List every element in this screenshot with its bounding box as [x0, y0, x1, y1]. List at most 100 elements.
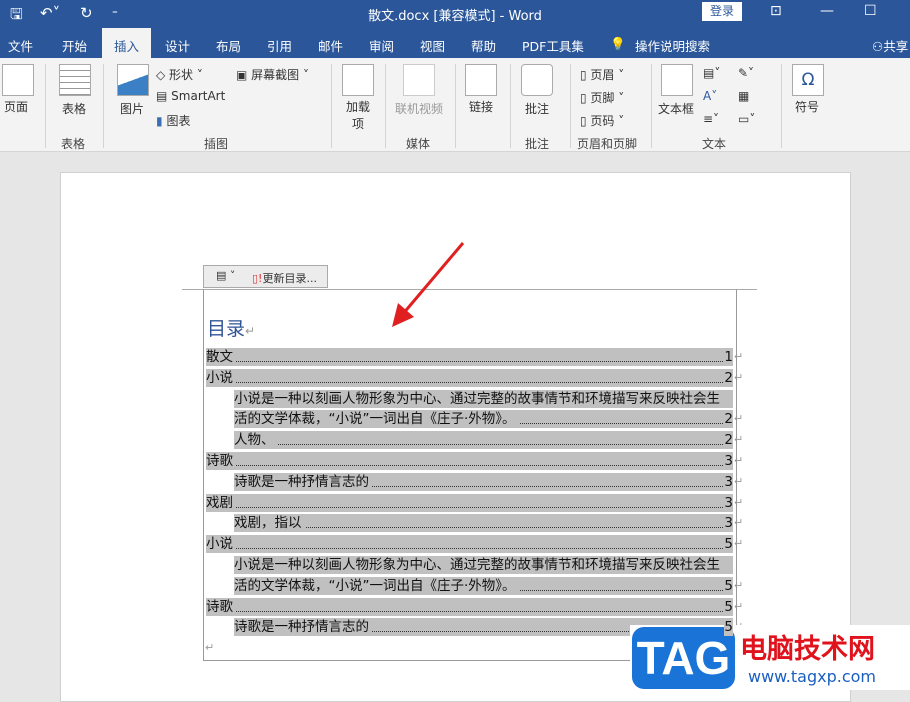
toc-entry[interactable]: 散文 1: [206, 348, 733, 366]
toc-entry[interactable]: 小说是一种以刻画人物形象为中心、通过完整的故事情节和环境描写来反映社会生: [234, 556, 733, 574]
toc-entry[interactable]: 小说 2: [206, 368, 733, 387]
tab-references[interactable]: 引用: [267, 36, 292, 55]
page-number-button[interactable]: ▯ 页码 ˅: [580, 112, 624, 129]
paragraph-mark: ↵: [734, 454, 744, 467]
textbox-label: 文本框: [658, 102, 695, 116]
toc-entry[interactable]: 人物、 2: [234, 431, 733, 450]
watermark: TAG 电脑技术网 www.tagxp.com: [630, 625, 910, 690]
tab-file[interactable]: 文件: [8, 36, 33, 55]
watermark-name: 电脑技术网: [740, 634, 875, 665]
margin-mark: [737, 289, 757, 290]
textbox-icon: [661, 64, 693, 96]
toc-entry-text: 小说是一种以刻画人物形象为中心、通过完整的故事情节和环境描写来反映社会生: [234, 557, 723, 573]
toc-entry[interactable]: 活的文学体裁，“小说”一词出自《庄子·外物》。 2: [234, 410, 733, 429]
login-button[interactable]: 登录: [702, 2, 742, 21]
shapes-button[interactable]: ◇ 形状 ˅: [156, 66, 203, 83]
chart-button[interactable]: ▮ 图表: [156, 112, 190, 129]
toc-entry-text: 活的文学体裁，“小说”一词出自《庄子·外物》。: [234, 411, 519, 428]
paragraph-mark: ↵: [734, 350, 744, 363]
header-label: 页眉: [590, 68, 615, 82]
paragraph-mark: ↵: [734, 495, 744, 509]
chart-icon: ▮: [156, 114, 163, 128]
tab-insert[interactable]: 插入: [102, 28, 152, 58]
table-label: 表格: [62, 102, 87, 116]
toc-page-number: 2: [724, 368, 733, 387]
dot-leader: [206, 548, 723, 550]
picture-icon: [117, 64, 149, 96]
signature-line-icon[interactable]: ✎˅: [738, 66, 754, 80]
toc-entry[interactable]: 诗歌 5: [206, 597, 733, 616]
toc-page-number: 3: [724, 472, 733, 491]
toc-entry[interactable]: 小说 5: [206, 535, 733, 554]
update-icon: ▯!: [252, 272, 263, 285]
paragraph-mark: ↵: [245, 324, 256, 338]
toc-entry-text: 小说: [206, 536, 236, 553]
addins-icon: [342, 64, 374, 96]
page-label: 页面: [4, 100, 29, 114]
tab-design[interactable]: 设计: [165, 36, 190, 55]
toc-entry[interactable]: 诗歌是一种抒情言志的 3: [234, 472, 733, 491]
date-time-icon[interactable]: ▦: [738, 89, 749, 103]
update-toc-button[interactable]: ▯!更新目录...: [252, 270, 317, 286]
toc-heading: 目录↵: [207, 314, 255, 341]
tab-home[interactable]: 开始: [62, 36, 87, 55]
tab-layout[interactable]: 布局: [216, 36, 241, 55]
maximize-icon[interactable]: ☐: [864, 3, 877, 19]
screenshot-label: 屏幕截图: [251, 68, 300, 82]
tab-pdf-tools[interactable]: PDF工具集: [522, 36, 584, 55]
tab-review[interactable]: 审阅: [369, 36, 394, 55]
screenshot-button[interactable]: ▣ 屏幕截图 ˅: [236, 66, 309, 83]
video-icon: [403, 64, 435, 96]
wordart-icon[interactable]: A˅: [703, 89, 717, 103]
paragraph-mark: ↵: [734, 578, 744, 592]
ribbon-display-icon[interactable]: ⊡: [770, 3, 782, 19]
toc-menu-icon[interactable]: ▤ ˅: [216, 269, 235, 282]
chart-label: 图表: [166, 114, 191, 128]
divider: [781, 64, 782, 148]
toc-entry[interactable]: 活的文学体裁，“小说”一词出自《庄子·外物》。 5: [234, 576, 733, 595]
tell-me-search[interactable]: 操作说明搜索: [635, 36, 710, 55]
link-label: 链接: [469, 100, 494, 114]
toc-entry[interactable]: 诗歌 3: [206, 452, 733, 470]
share-button[interactable]: ⚇共享: [872, 36, 908, 55]
toc-entry[interactable]: 小说是一种以刻画人物形象为中心、通过完整的故事情节和环境描写来反映社会生: [234, 389, 733, 408]
tab-help[interactable]: 帮助: [471, 36, 496, 55]
divider: [510, 64, 511, 148]
divider: [385, 64, 386, 148]
minimize-icon[interactable]: —: [820, 3, 834, 19]
divider: [45, 64, 46, 148]
footer-button[interactable]: ▯ 页脚 ˅: [580, 89, 624, 106]
dot-leader: [234, 527, 723, 529]
paragraph-mark: ↵: [734, 433, 744, 447]
toc-page-number: 2: [724, 410, 733, 429]
object-icon[interactable]: ▭˅: [738, 112, 755, 126]
ribbon: 页面 表格 表格 图片 ◇ 形状 ˅ ▤ SmartArt ▮ 图表 ▣ 屏幕截…: [0, 58, 910, 152]
share-label: 共享: [883, 39, 909, 54]
drop-cap-icon[interactable]: ≡˅: [703, 112, 719, 126]
toc-entry[interactable]: 戏剧，指以 3: [234, 514, 733, 533]
tab-mailings[interactable]: 邮件: [318, 36, 343, 55]
addins-label: 加载项: [345, 100, 370, 131]
tab-view[interactable]: 视图: [420, 36, 445, 55]
toc-page-number: 5: [724, 618, 733, 637]
toc-entry[interactable]: 戏剧 3: [206, 493, 733, 512]
dot-leader: [206, 465, 723, 466]
header-button[interactable]: ▯ 页眉 ˅: [580, 66, 624, 83]
toc-toolbar: ▤ ˅ ▯!更新目录...: [203, 265, 328, 288]
shapes-label: 形状: [169, 68, 194, 82]
smartart-button[interactable]: ▤ SmartArt: [156, 89, 225, 103]
watermark-logo: TAG: [632, 627, 735, 689]
quick-parts-icon[interactable]: ▤˅: [703, 66, 720, 80]
paragraph-mark: ↵: [734, 516, 744, 530]
toc-page-number: 5: [724, 597, 733, 616]
user-icon: ⚇: [872, 39, 884, 54]
table-icon: [59, 64, 91, 96]
ribbon-tabs: 文件 开始 插入 设计 布局 引用 邮件 审阅 视图 帮助 PDF工具集 💡 操…: [0, 28, 910, 58]
group-header-footer: 页眉和页脚: [577, 137, 638, 151]
toc-page-number: 3: [724, 514, 733, 533]
toc-entry-text: 诗歌: [206, 453, 236, 469]
lightbulb-icon: 💡: [610, 36, 626, 51]
toc-page-number: 5: [724, 576, 733, 595]
paragraph-mark: ↵: [734, 599, 744, 613]
paragraph-mark: ↵: [734, 370, 744, 384]
